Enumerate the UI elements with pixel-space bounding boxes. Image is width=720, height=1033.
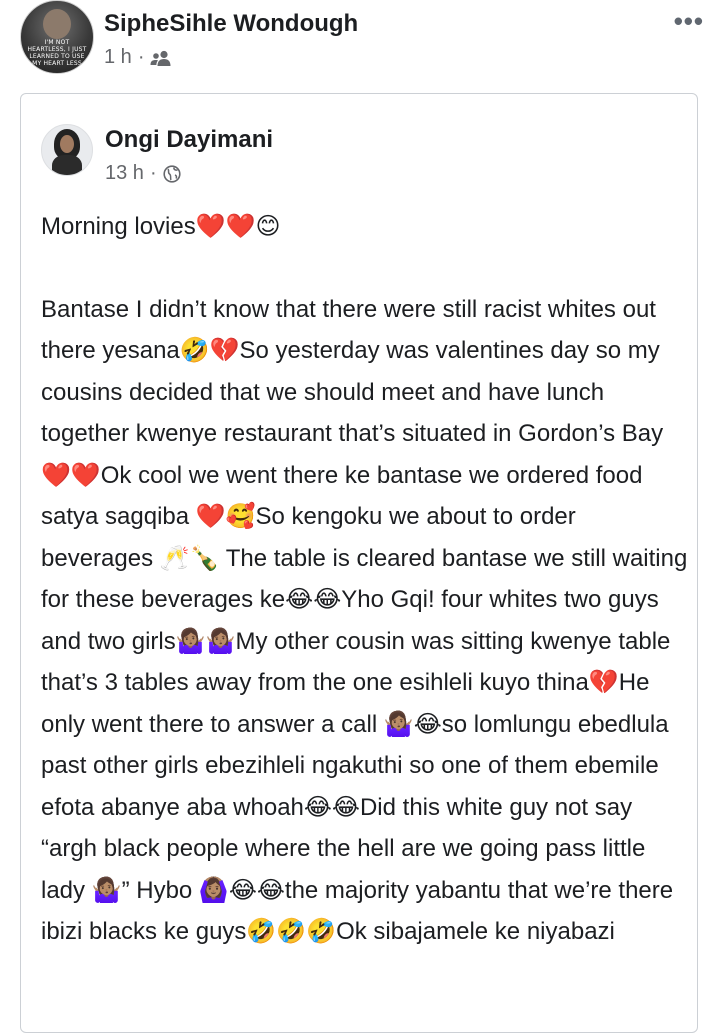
more-options-icon[interactable]: ••• <box>674 6 704 37</box>
post-time[interactable]: 1 h <box>104 46 132 69</box>
avatar-face <box>43 9 71 39</box>
post-author-name[interactable]: SipheSihle Wondough <box>104 10 358 38</box>
avatar-face <box>60 135 74 153</box>
shared-avatar[interactable] <box>41 124 93 176</box>
avatar-caption: I'M NOT HEARTLESS, I JUST LEARNED TO USE… <box>27 39 87 67</box>
avatar[interactable]: I'M NOT HEARTLESS, I JUST LEARNED TO USE… <box>20 0 94 74</box>
globe-icon[interactable] <box>163 164 181 183</box>
outer-post-header: I'M NOT HEARTLESS, I JUST LEARNED TO USE… <box>0 0 720 80</box>
friends-icon[interactable] <box>150 50 172 66</box>
post-meta: 1 h · <box>104 46 172 69</box>
post-body-text: Morning lovies❤️❤️😊 Bantase I didn’t kno… <box>41 206 691 953</box>
meta-separator: · <box>137 46 145 68</box>
shared-post-card[interactable]: Ongi Dayimani 13 h · Morning lovies❤️❤️😊… <box>20 93 698 1033</box>
avatar-body <box>52 155 82 175</box>
post-paragraph: Bantase I didn’t know that there were st… <box>41 295 688 946</box>
meta-separator: · <box>149 162 157 184</box>
post-paragraph: Morning lovies❤️❤️😊 <box>41 213 281 240</box>
shared-post-time[interactable]: 13 h <box>105 162 144 185</box>
shared-post-meta: 13 h · <box>105 162 181 185</box>
shared-post-author-name[interactable]: Ongi Dayimani <box>105 126 273 154</box>
